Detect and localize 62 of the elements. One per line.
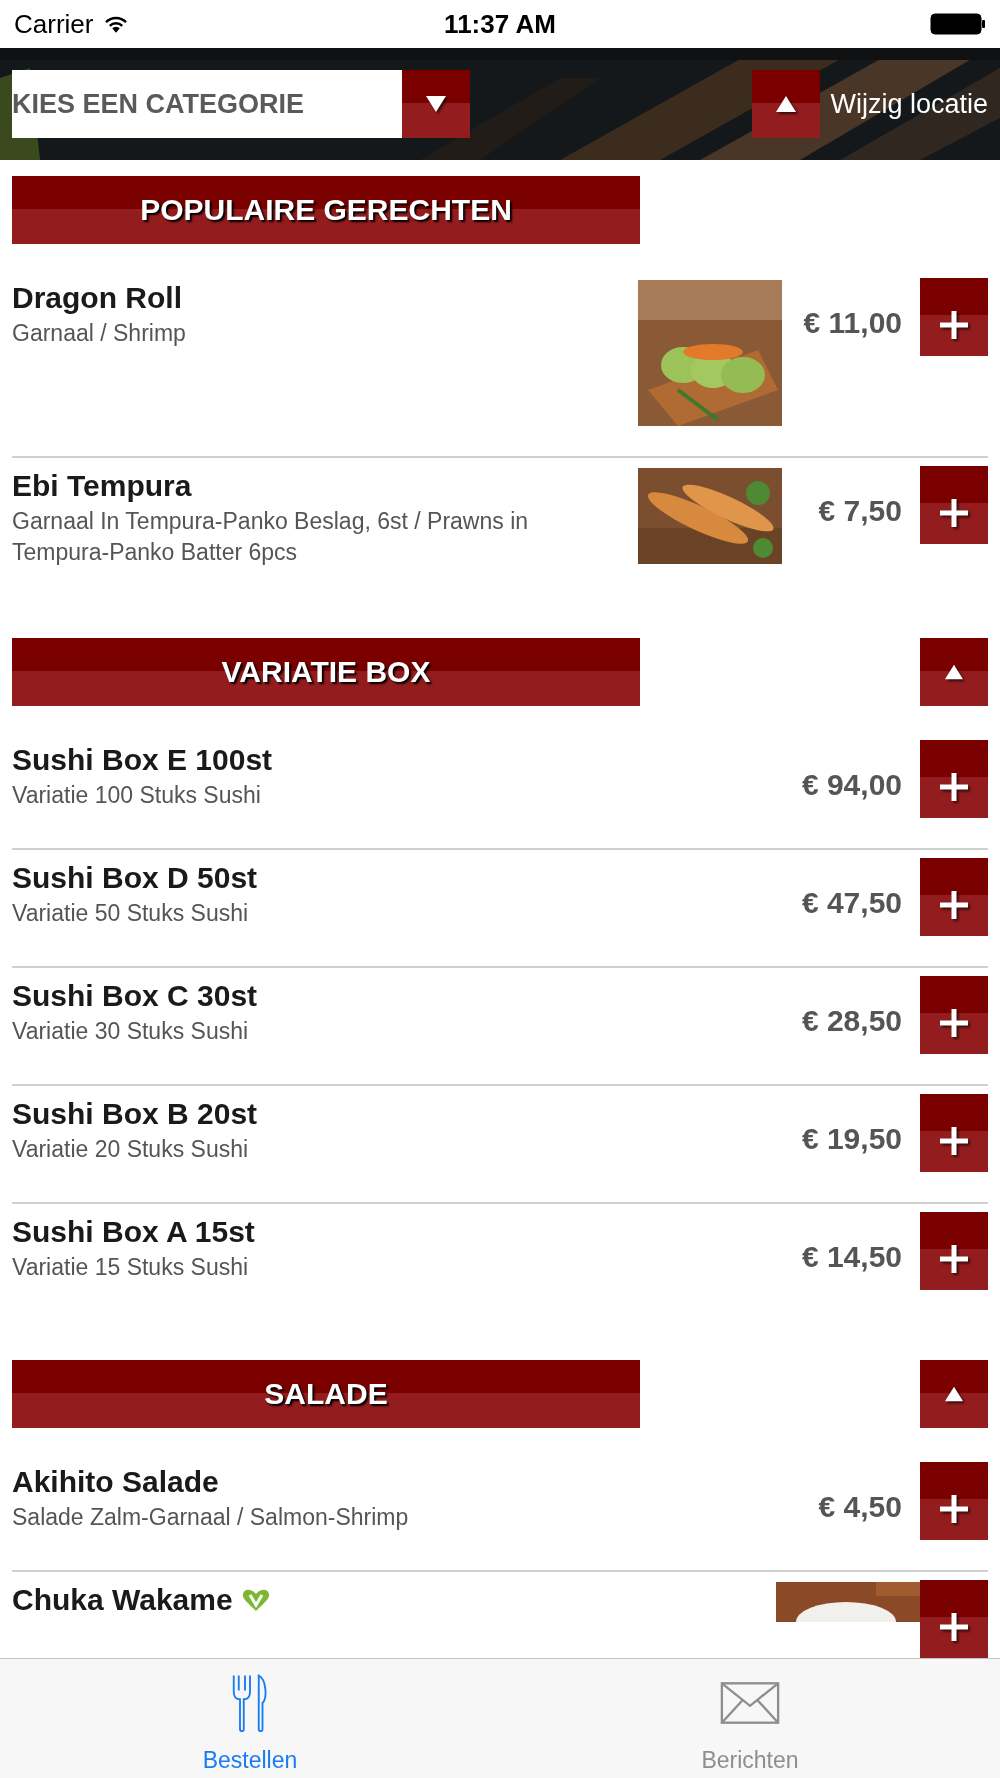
plus-icon <box>937 1124 971 1158</box>
change-location-button[interactable]: Wijzig locatie <box>752 70 988 138</box>
add-button[interactable] <box>920 278 988 356</box>
plus-icon <box>937 308 971 342</box>
carrier-name: Carrier <box>14 8 94 40</box>
item-price: € 19,50 <box>800 1122 902 1156</box>
item-description: Salade Zalm-Garnaal / Salmon-Shrimp <box>12 1503 410 1532</box>
envelope-icon <box>720 1680 780 1726</box>
add-button[interactable] <box>920 1212 988 1290</box>
add-button[interactable] <box>920 466 988 544</box>
section-header: SALADE <box>12 1360 640 1428</box>
item-price: € 11,00 <box>802 306 902 340</box>
status-time: 11:37 AM <box>444 8 556 40</box>
category-dropdown[interactable]: KIES EEN CATEGORIE <box>12 70 470 138</box>
item-price: € 4,50 <box>817 1490 902 1524</box>
item-name: Akihito Salade <box>12 1464 219 1500</box>
battery-icon <box>930 13 986 35</box>
item-name: Chuka Wakame <box>12 1582 233 1618</box>
item-description: Variatie 30 Stuks Sushi <box>12 1017 250 1046</box>
add-button[interactable] <box>920 740 988 818</box>
add-button[interactable] <box>920 1580 988 1658</box>
plus-icon <box>937 496 971 530</box>
item-name: Sushi Box C 30st <box>12 978 258 1014</box>
fork-knife-icon <box>231 1673 269 1733</box>
item-price: € 47,50 <box>800 886 902 920</box>
item-description: Variatie 50 Stuks Sushi <box>12 899 250 928</box>
item-name: Ebi Tempura <box>12 468 192 504</box>
plus-icon <box>937 770 971 804</box>
item-description: Variatie 15 Stuks Sushi <box>12 1253 250 1282</box>
item-price: € 14,50 <box>800 1240 902 1274</box>
item-price: € 28,50 <box>800 1004 902 1038</box>
vegetarian-icon <box>240 1588 271 1612</box>
item-name: Sushi Box A 15st <box>12 1214 255 1250</box>
item-name: Dragon Roll <box>12 280 182 316</box>
item-price: € 94,00 <box>800 768 902 802</box>
item-name: Sushi Box E 100st <box>12 742 273 778</box>
add-button[interactable] <box>920 976 988 1054</box>
add-button[interactable] <box>920 1462 988 1540</box>
collapse-button[interactable] <box>920 1360 988 1428</box>
add-button[interactable] <box>920 858 988 936</box>
caret-up-icon <box>943 1385 965 1403</box>
wifi-icon <box>103 14 130 34</box>
item-name: Sushi Box D 50st <box>12 860 258 896</box>
plus-icon <box>937 1006 971 1040</box>
item-description: Variatie 100 Stuks Sushi <box>12 781 262 810</box>
item-name: Sushi Box B 20st <box>12 1096 258 1132</box>
plus-icon <box>937 1242 971 1276</box>
plus-icon <box>937 1492 971 1526</box>
plus-icon <box>937 1610 971 1644</box>
section-header: POPULAIRE GERECHTEN <box>12 176 640 244</box>
plus-icon <box>937 888 971 922</box>
caret-up-icon <box>943 663 965 681</box>
item-price: € 7,50 <box>817 494 902 528</box>
section-header: VARIATIE BOX <box>12 638 640 706</box>
item-description: Garnaal In Tempura-Panko Beslag, 6st / Prawns in Tempura-Panko Batter 6pcs <box>12 507 530 567</box>
item-description: Garnaal / Shrimp <box>12 319 187 348</box>
item-description: Variatie 20 Stuks Sushi <box>12 1135 250 1164</box>
tab-bar-item[interactable]: Bestellen <box>0 1659 500 1778</box>
collapse-button[interactable] <box>920 638 988 706</box>
add-button[interactable] <box>920 1094 988 1172</box>
caret-down-icon <box>424 94 448 114</box>
caret-up-icon <box>774 94 799 114</box>
